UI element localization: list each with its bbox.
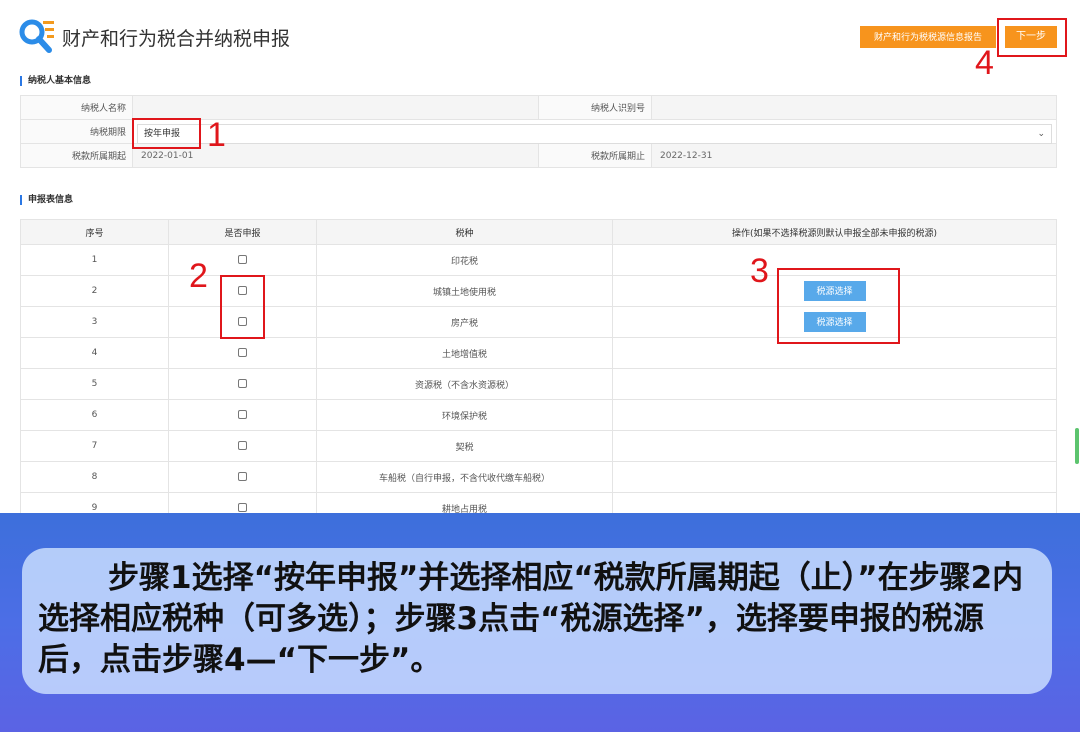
instruction-banner: 步骤1选择“按年申报”并选择相应“税款所属期起（止）”在步骤2内选择相应税种（可… (0, 513, 1080, 732)
row-number: 3 (20, 306, 169, 338)
row-number: 2 (20, 275, 169, 307)
taxpayer-name-value (132, 95, 539, 120)
annotation-box-2 (220, 275, 265, 339)
annotation-box-1 (132, 118, 201, 149)
period-select[interactable]: 按年申报 ⌄ (137, 124, 1052, 144)
end-date-label: 税款所属期止 (538, 143, 652, 168)
row-tax-type: 资源税（不含水资源税） (316, 368, 613, 400)
taxpayer-id-label: 纳税人识别号 (538, 95, 652, 120)
annotation-number-2: 2 (189, 257, 208, 295)
taxpayer-id-value (651, 95, 1057, 120)
period-label: 纳税期限 (20, 119, 133, 144)
table-row: 6 环境保护税 (20, 399, 1057, 431)
row-tax-type: 耕地占用税 (316, 492, 613, 515)
search-list-icon (19, 19, 54, 53)
row-tax-type: 环境保护税 (316, 399, 613, 431)
col-header-no: 序号 (20, 219, 169, 245)
row-action-cell (612, 492, 1057, 515)
annotation-box-3 (777, 268, 900, 344)
row-declare-cell (168, 492, 317, 515)
row-number: 1 (20, 244, 169, 276)
row-tax-type: 土地增值税 (316, 337, 613, 369)
annotation-number-3: 3 (750, 252, 769, 290)
tax-declaration-app: 财产和行为税合并纳税申报 财产和行为税税源信息报告 下一步 纳税人基本信息 纳税… (0, 0, 1080, 515)
page-header: 财产和行为税合并纳税申报 财产和行为税税源信息报告 下一步 (0, 0, 1080, 70)
row-action-cell (612, 430, 1057, 462)
taxpayer-name-label: 纳税人名称 (20, 95, 133, 120)
row-number: 4 (20, 337, 169, 369)
row-tax-type: 契税 (316, 430, 613, 462)
table-row: 2 城镇土地使用税 税源选择 (20, 275, 1057, 307)
row-number: 8 (20, 461, 169, 493)
declare-checkbox[interactable] (238, 348, 247, 357)
row-action-cell (612, 399, 1057, 431)
start-date-label: 税款所属期起 (20, 143, 133, 168)
page-title: 财产和行为税合并纳税申报 (62, 28, 291, 50)
declare-checkbox[interactable] (238, 472, 247, 481)
declare-checkbox[interactable] (238, 410, 247, 419)
declare-checkbox[interactable] (238, 441, 247, 450)
end-date-value[interactable]: 2022-12-31 (651, 143, 1057, 168)
annotation-number-1: 1 (207, 116, 226, 154)
declaration-section-title: 申报表信息 (20, 195, 73, 205)
annotation-box-4 (997, 18, 1067, 57)
taxpayer-section-title: 纳税人基本信息 (20, 76, 91, 86)
table-row: 1 印花税 (20, 244, 1057, 276)
table-row: 3 房产税 税源选择 (20, 306, 1057, 338)
row-number: 5 (20, 368, 169, 400)
row-number: 7 (20, 430, 169, 462)
table-row: 4 土地增值税 (20, 337, 1057, 369)
col-header-declare: 是否申报 (168, 219, 317, 245)
row-declare-cell (168, 430, 317, 462)
row-declare-cell (168, 368, 317, 400)
instruction-text: 步骤1选择“按年申报”并选择相应“税款所属期起（止）”在步骤2内选择相应税种（可… (38, 560, 1024, 678)
row-tax-type: 印花税 (316, 244, 613, 276)
row-tax-type: 城镇土地使用税 (316, 275, 613, 307)
declaration-table: 序号 是否申报 税种 操作(如果不选择税源则默认申报全部未申报的税源) 1 印花税… (20, 219, 1057, 515)
row-declare-cell (168, 399, 317, 431)
row-number: 6 (20, 399, 169, 431)
row-tax-type: 房产税 (316, 306, 613, 338)
row-tax-type: 车船税（自行申报，不含代收代缴车船税） (316, 461, 613, 493)
row-declare-cell (168, 337, 317, 369)
table-row: 5 资源税（不含水资源税） (20, 368, 1057, 400)
table-row: 8 车船税（自行申报，不含代收代缴车船税） (20, 461, 1057, 493)
annotation-number-4: 4 (975, 44, 994, 82)
col-header-action: 操作(如果不选择税源则默认申报全部未申报的税源) (612, 219, 1057, 245)
instruction-box: 步骤1选择“按年申报”并选择相应“税款所属期起（止）”在步骤2内选择相应税种（可… (22, 548, 1052, 694)
row-action-cell (612, 368, 1057, 400)
row-action-cell (612, 461, 1057, 493)
col-header-tax: 税种 (316, 219, 613, 245)
chevron-down-icon: ⌄ (1037, 129, 1045, 139)
table-row: 7 契税 (20, 430, 1057, 462)
declare-checkbox[interactable] (238, 255, 247, 264)
declare-checkbox[interactable] (238, 503, 247, 512)
declare-checkbox[interactable] (238, 379, 247, 388)
table-row: 9 耕地占用税 (20, 492, 1057, 515)
row-number: 9 (20, 492, 169, 515)
row-declare-cell (168, 461, 317, 493)
scrollbar-thumb[interactable] (1075, 428, 1079, 464)
